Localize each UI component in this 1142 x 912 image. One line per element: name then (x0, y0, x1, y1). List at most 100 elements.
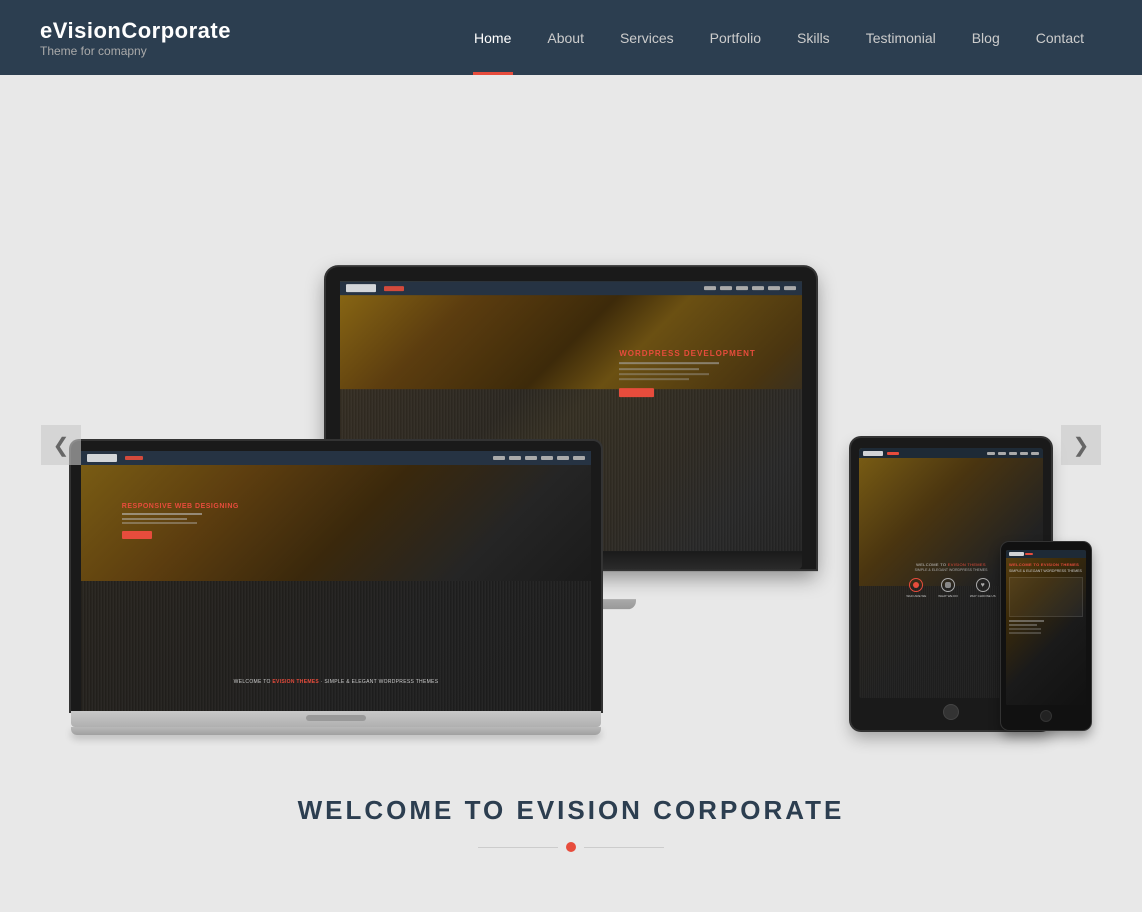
phone-line2 (1009, 624, 1037, 626)
tablet-feature-1: WHO ARE WE (906, 578, 926, 598)
main-content: ❮ ❯ (0, 75, 1142, 912)
desktop-hero-line1 (619, 362, 719, 364)
device-laptop: RESPONSIVE WEB DESIGNING WELCOME TO EVIS… (71, 441, 601, 735)
laptop-hero-title: RESPONSIVE WEB DESIGNING (122, 503, 239, 510)
laptop-screen-wrapper: RESPONSIVE WEB DESIGNING WELCOME TO EVIS… (71, 441, 601, 711)
laptop-nav-link-1 (493, 456, 505, 460)
devices-wrapper: WORDPRESS DEVELOPMENT (41, 135, 1101, 755)
laptop-nav-link-5 (557, 456, 569, 460)
nav-portfolio[interactable]: Portfolio (692, 0, 779, 75)
divider-line-left (478, 847, 558, 848)
phone-logo (1009, 552, 1024, 556)
tablet-logo (863, 451, 883, 456)
t-link-5 (1031, 452, 1039, 455)
laptop-hero-line3 (122, 522, 197, 524)
logo-title: eVisionCorporate (40, 18, 231, 44)
screen-nav-link-3 (736, 286, 748, 290)
laptop-screen-content: RESPONSIVE WEB DESIGNING WELCOME TO EVIS… (81, 451, 591, 711)
feature-2-label: WHAT WE DO (938, 594, 958, 598)
screen-logo-accent (384, 286, 404, 291)
screen-nav-link-4 (752, 286, 764, 290)
laptop-base (71, 727, 601, 735)
welcome-section: WELCOME TO EVISION CORPORATE (298, 755, 845, 872)
screen-nav-link-6 (784, 286, 796, 290)
chevron-left-icon: ❮ (53, 433, 70, 458)
phone-image-placeholder (1009, 577, 1083, 617)
device-phone: WELCOME TO EVISION THEMES SIMPLE & ELEGA… (1001, 542, 1091, 730)
nav-blog[interactable]: Blog (954, 0, 1018, 75)
screen-navbar (340, 281, 802, 295)
feature-2-shape (945, 582, 951, 588)
logo-subtitle: Theme for comapny (40, 44, 231, 58)
nav-services[interactable]: Services (602, 0, 692, 75)
screen-nav-link-5 (768, 286, 780, 290)
carousel-right-arrow[interactable]: ❯ (1061, 425, 1101, 465)
tablet-logo-accent (887, 452, 899, 455)
phone-home-btn (1040, 710, 1052, 722)
feature-3-icon: ♥ (976, 578, 990, 592)
laptop-welcome-label: WELCOME TO EVISION THEMES · SIMPLE & ELE… (81, 679, 591, 685)
laptop-hero-btn (122, 531, 152, 539)
laptop-welcome-text: WELCOME TO EVISION THEMES · SIMPLE & ELE… (81, 679, 591, 685)
phone-line4 (1009, 632, 1041, 634)
phone-outer: WELCOME TO EVISION THEMES SIMPLE & ELEGA… (1001, 542, 1091, 730)
phone-line1 (1009, 620, 1044, 622)
header: eVisionCorporate Theme for comapny Home … (0, 0, 1142, 75)
screen-nav-link-2 (720, 286, 732, 290)
carousel-left-arrow[interactable]: ❮ (41, 425, 81, 465)
feature-3-heart: ♥ (981, 582, 985, 589)
laptop-nav-link-2 (509, 456, 521, 460)
laptop-hero-line2 (122, 518, 187, 520)
laptop-hero-line1 (122, 513, 202, 515)
laptop-hero-text: RESPONSIVE WEB DESIGNING (122, 503, 239, 544)
tablet-navbar (859, 448, 1043, 458)
feature-1-dot (913, 582, 919, 588)
nav-testimonial[interactable]: Testimonial (848, 0, 954, 75)
nav-about[interactable]: About (529, 0, 602, 75)
feature-3-label: WHY CHOOSE US (970, 594, 996, 598)
laptop-screen: RESPONSIVE WEB DESIGNING WELCOME TO EVIS… (81, 451, 591, 711)
screen-nav-link-1 (704, 286, 716, 290)
t-link-1 (987, 452, 995, 455)
phone-navbar (1006, 550, 1086, 558)
desktop-hero-line2 (619, 368, 699, 370)
phone-screen: WELCOME TO EVISION THEMES SIMPLE & ELEGA… (1006, 550, 1086, 705)
phone-hero-subtitle: SIMPLE & ELEGANT WORDPRESS THEMES (1009, 569, 1083, 574)
t-link-4 (1020, 452, 1028, 455)
phone-hero-title: WELCOME TO EVISION THEMES (1009, 562, 1083, 567)
tablet-home-btn (943, 704, 959, 720)
tablet-feature-3: ♥ WHY CHOOSE US (970, 578, 996, 598)
feature-1-label: WHO ARE WE (906, 594, 926, 598)
laptop-bottom-bezel (71, 711, 601, 727)
desktop-hero-line4 (619, 378, 689, 380)
feature-2-icon (941, 578, 955, 592)
laptop-navbar (81, 451, 591, 465)
welcome-divider (298, 842, 845, 852)
t-link-3 (1009, 452, 1017, 455)
phone-hero-content: WELCOME TO EVISION THEMES SIMPLE & ELEGA… (1006, 558, 1086, 640)
divider-dot (566, 842, 576, 852)
nav-skills[interactable]: Skills (779, 0, 848, 75)
nav-home[interactable]: Home (456, 0, 529, 75)
phone-overlay: WELCOME TO EVISION THEMES SIMPLE & ELEGA… (1006, 550, 1086, 705)
tablet-nav-links (987, 452, 1039, 455)
phone-logo-accent (1025, 553, 1033, 555)
laptop-overlay: RESPONSIVE WEB DESIGNING WELCOME TO EVIS… (81, 451, 591, 711)
devices-showcase: ❮ ❯ (41, 135, 1101, 755)
laptop-nav-link-3 (525, 456, 537, 460)
chevron-right-icon: ❯ (1073, 433, 1090, 458)
t-link-2 (998, 452, 1006, 455)
desktop-hero-line3 (619, 373, 709, 375)
logo-area: eVisionCorporate Theme for comapny (40, 18, 231, 58)
feature-1-icon (909, 578, 923, 592)
desktop-hero-text: WORDPRESS DEVELOPMENT (619, 349, 756, 402)
screen-logo (346, 284, 376, 292)
nav-contact[interactable]: Contact (1018, 0, 1102, 75)
main-nav: Home About Services Portfolio Skills Tes… (456, 0, 1102, 75)
screen-nav-links (704, 286, 796, 290)
desktop-hero-btn (619, 388, 654, 397)
phone-line3 (1009, 628, 1041, 630)
laptop-nav-links (493, 456, 585, 460)
laptop-screen-logo (87, 454, 117, 462)
desktop-hero-title: WORDPRESS DEVELOPMENT (619, 349, 756, 358)
